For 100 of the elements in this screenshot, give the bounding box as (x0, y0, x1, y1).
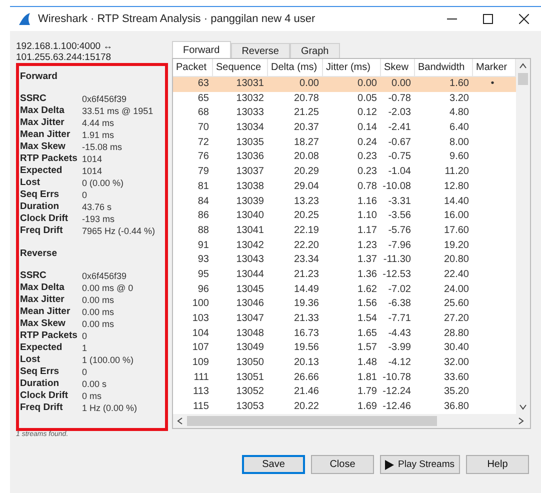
column-header[interactable]: Delta (ms) (268, 59, 323, 76)
table-row[interactable]: 81 13038 29.04 0.78 -10.08 12.80 (173, 180, 516, 194)
table-row[interactable]: 104 13048 16.73 1.65 -4.43 28.80 (173, 326, 516, 342)
table-cell-text: 13042 (235, 238, 265, 253)
table-cell-text: -12.46 (382, 400, 412, 414)
table-cell-text: 100 (191, 297, 210, 312)
stat-label: Seq Errs (20, 189, 60, 201)
table-row[interactable]: 63 13031 0.00 0.00 0.00 1.60 • (173, 77, 516, 92)
stat-label: Expected (20, 165, 64, 177)
table-cell-text: 36.80 (442, 400, 470, 414)
table-cell-text: -3.56 (387, 209, 412, 224)
table-row[interactable]: 68 13033 21.25 0.12 -2.03 4.80 (173, 106, 516, 122)
table-cell-text: -10.78 (382, 370, 412, 385)
column-header[interactable]: Jitter (ms) (323, 59, 381, 76)
table-row[interactable]: 76 13036 20.08 0.23 -0.75 9.60 (173, 150, 516, 166)
table-row[interactable]: 70 13034 20.37 0.14 -2.41 6.40 (173, 121, 516, 136)
table-cell-text: 1.37 (356, 253, 378, 268)
table-cell-text: 0.05 (356, 92, 378, 106)
table-cell-text: -0.78 (387, 92, 412, 106)
column-header[interactable]: Sequence (213, 59, 268, 76)
table-row[interactable]: 65 13032 20.78 0.05 -0.78 3.20 (173, 92, 516, 106)
stat-label: Duration (20, 378, 60, 390)
dialog-button[interactable]: Help (466, 455, 529, 474)
section-heading: Forward (20, 71, 58, 84)
dialog-button[interactable]: Close (311, 455, 374, 474)
table-cell-text: 113 (192, 385, 210, 400)
stat-label: Max Delta (20, 105, 66, 117)
table-cell-text: -4.43 (387, 326, 412, 341)
table-row[interactable]: 100 13046 19.36 1.56 -6.38 25.60 (173, 297, 516, 312)
table-cell-text: 70 (196, 121, 210, 136)
table-cell-text: -6.38 (387, 297, 412, 312)
table-row[interactable]: 72 13035 18.27 0.24 -0.67 8.00 (173, 136, 516, 150)
table-row[interactable]: 86 13040 20.25 1.10 -3.56 16.00 (173, 209, 516, 224)
table-cell-text: 1.36 (356, 268, 378, 282)
table-cell-text: 88 (196, 224, 210, 238)
table-cell-text: 68 (196, 106, 210, 120)
table-cell-text: 13053 (235, 400, 265, 414)
stat-value: 1 (100.00 %) (82, 354, 134, 366)
table-cell-text: 1.16 (356, 194, 378, 208)
table-row[interactable]: 88 13041 22.19 1.17 -5.76 17.60 (173, 224, 516, 239)
table-cell-text: 8.00 (448, 136, 470, 150)
table-cell-text: 29.04 (292, 180, 320, 194)
table-cell-text: 27.20 (442, 312, 470, 326)
tab[interactable]: Graph (290, 43, 340, 58)
column-header[interactable]: Bandwidth (415, 59, 473, 76)
table-row[interactable]: 91 13042 22.20 1.23 -7.96 19.20 (173, 238, 516, 254)
table-cell-text: -2.03 (387, 106, 412, 120)
table-cell-text: 35.20 (442, 385, 470, 400)
table-row[interactable]: 113 13052 21.46 1.79 -12.24 35.20 (173, 385, 516, 400)
stat-value: -193 ms (82, 213, 115, 225)
stat-value: 0.00 ms (82, 294, 114, 306)
table-cell-text: 13039 (235, 194, 265, 208)
table-cell-text: 9.60 (448, 150, 470, 164)
table-cell-text: 22.20 (292, 238, 320, 253)
table-row[interactable]: 95 13044 21.23 1.36 -12.53 22.40 (173, 268, 516, 283)
dialog-button[interactable]: Save (242, 455, 305, 474)
stat-value: 1.91 ms (82, 129, 114, 141)
table-row[interactable]: 93 13043 23.34 1.37 -11.30 20.80 (173, 253, 516, 268)
tab[interactable]: Forward (172, 41, 231, 58)
table-cell-text: 33.60 (442, 370, 470, 385)
table-row[interactable]: 103 13047 21.33 1.54 -7.71 27.20 (173, 312, 516, 327)
table-row[interactable]: 79 13037 20.29 0.23 -1.04 11.20 (173, 165, 516, 180)
table-cell-text: 18.27 (292, 136, 320, 150)
stat-label: Lost (20, 354, 42, 366)
table-row[interactable]: 107 13049 19.56 1.57 -3.99 30.40 (173, 341, 516, 356)
table-cell-text: 13044 (235, 268, 265, 282)
table-cell-text: 16.00 (442, 209, 470, 224)
column-header[interactable]: Packet (173, 59, 213, 76)
column-header[interactable]: Skew (381, 59, 415, 76)
table-cell-text: 32.00 (442, 356, 470, 370)
table-cell-text: 20.29 (292, 165, 320, 180)
table-cell-text: 13043 (235, 253, 265, 268)
table-cell-text: 72 (196, 136, 210, 150)
table-cell-text: 1.79 (356, 385, 378, 400)
play-streams-button[interactable]: Play Streams (380, 455, 460, 474)
table-row[interactable]: 84 13039 13.23 1.16 -3.31 14.40 (173, 194, 516, 210)
table-cell-text: 0.00 (298, 77, 320, 91)
table-cell-text: 20.37 (292, 121, 320, 136)
table-cell-text: 1.57 (356, 341, 378, 356)
table-cell-text: -0.67 (387, 136, 412, 150)
table-row[interactable]: 96 13045 14.49 1.62 -7.02 24.00 (173, 282, 516, 298)
table-cell-text: 20.80 (442, 253, 470, 268)
table-cell-text: -11.30 (382, 253, 412, 268)
table-cell-text: 1.48 (356, 356, 378, 370)
table-cell-text: 13041 (235, 224, 265, 238)
stat-label: Freq Drift (20, 402, 64, 414)
table-cell-text: -1.04 (387, 165, 412, 180)
stat-value: 0.00 ms (82, 318, 114, 330)
table-cell-text: 76 (196, 150, 210, 164)
tab[interactable]: Reverse (230, 43, 290, 58)
table-cell-text: -2.41 (387, 121, 412, 136)
table-row[interactable]: 109 13050 20.13 1.48 -4.12 32.00 (173, 356, 516, 371)
stat-value: -15.08 ms (82, 141, 122, 153)
stat-value: 4.44 ms (82, 117, 114, 129)
table-row[interactable]: 115 13053 20.22 1.69 -12.46 36.80 (173, 400, 516, 414)
endpoint-address: 101.255.63.244:15178 (16, 52, 112, 63)
table-row[interactable]: 111 13051 26.66 1.81 -10.78 33.60 (173, 370, 516, 386)
table-cell-text: 21.23 (292, 268, 320, 282)
table-cell-text: 1.17 (356, 224, 378, 238)
stat-label: SSRC (20, 93, 48, 105)
